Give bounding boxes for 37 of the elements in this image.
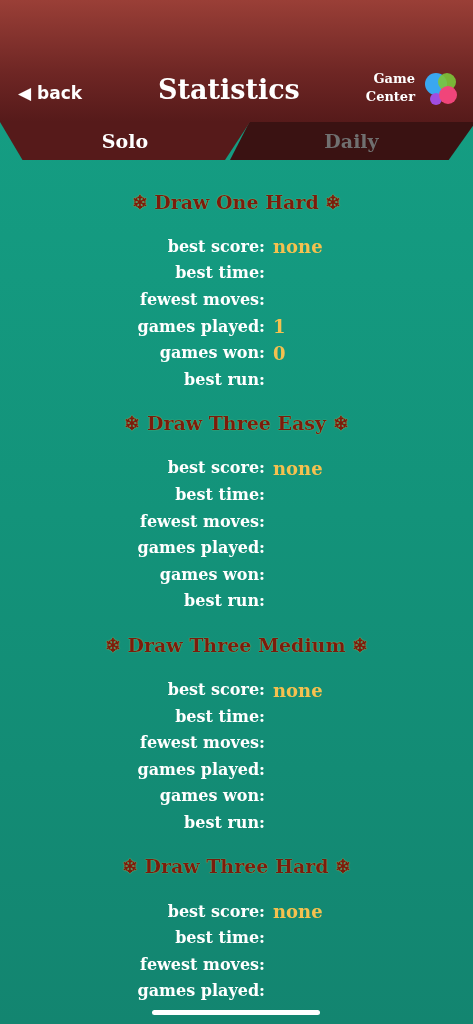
- stat-label: best run:: [183, 368, 265, 391]
- stat-label: best run:: [183, 590, 265, 613]
- stat-label: best score:: [166, 679, 265, 701]
- game-center-label[interactable]: Game Center: [365, 70, 415, 106]
- stat-value: none: [273, 456, 323, 481]
- stat-label: best run:: [183, 812, 265, 834]
- stat-label: best score:: [166, 235, 265, 258]
- stat-label: games played:: [136, 315, 265, 338]
- stat-label: best time:: [174, 484, 265, 507]
- stat-label: best time:: [174, 705, 265, 728]
- stat-label: games played:: [136, 537, 265, 560]
- stat-label: games won:: [158, 563, 265, 586]
- section-title: ❄ Draw Three Hard ❄: [120, 854, 353, 880]
- stat-label: games won:: [158, 785, 265, 808]
- tab[interactable]: Solo: [0, 122, 250, 160]
- section-title: ❄ Draw One Hard ❄: [130, 189, 343, 215]
- section-title: ❄ Draw Three Easy ❄: [123, 411, 350, 437]
- stat-value: none: [273, 900, 323, 925]
- section-title: ❄ Draw Three Medium ❄: [103, 632, 370, 658]
- stat-label: games won:: [158, 342, 265, 365]
- stat-label: best score:: [166, 457, 265, 480]
- screen-title: Statistics: [157, 72, 301, 107]
- stat-label: fewest moves:: [139, 732, 265, 755]
- bubbles-icon[interactable]: [425, 72, 459, 106]
- back-button[interactable]: ◀ back: [18, 80, 82, 106]
- stat-label: fewest moves:: [139, 289, 265, 312]
- stat-value: none: [273, 235, 323, 260]
- stat-label: games played:: [136, 980, 265, 1003]
- stat-value: none: [273, 678, 323, 703]
- stat-label: best score:: [166, 900, 265, 923]
- stat-label: games played:: [136, 758, 265, 781]
- stat-label: fewest moves:: [139, 510, 265, 533]
- stat-value: 1: [273, 315, 286, 340]
- stat-label: fewest moves:: [139, 953, 265, 976]
- stat-value: 0: [273, 341, 286, 366]
- stat-label: best time:: [174, 262, 265, 285]
- stat-label: best time:: [174, 927, 265, 950]
